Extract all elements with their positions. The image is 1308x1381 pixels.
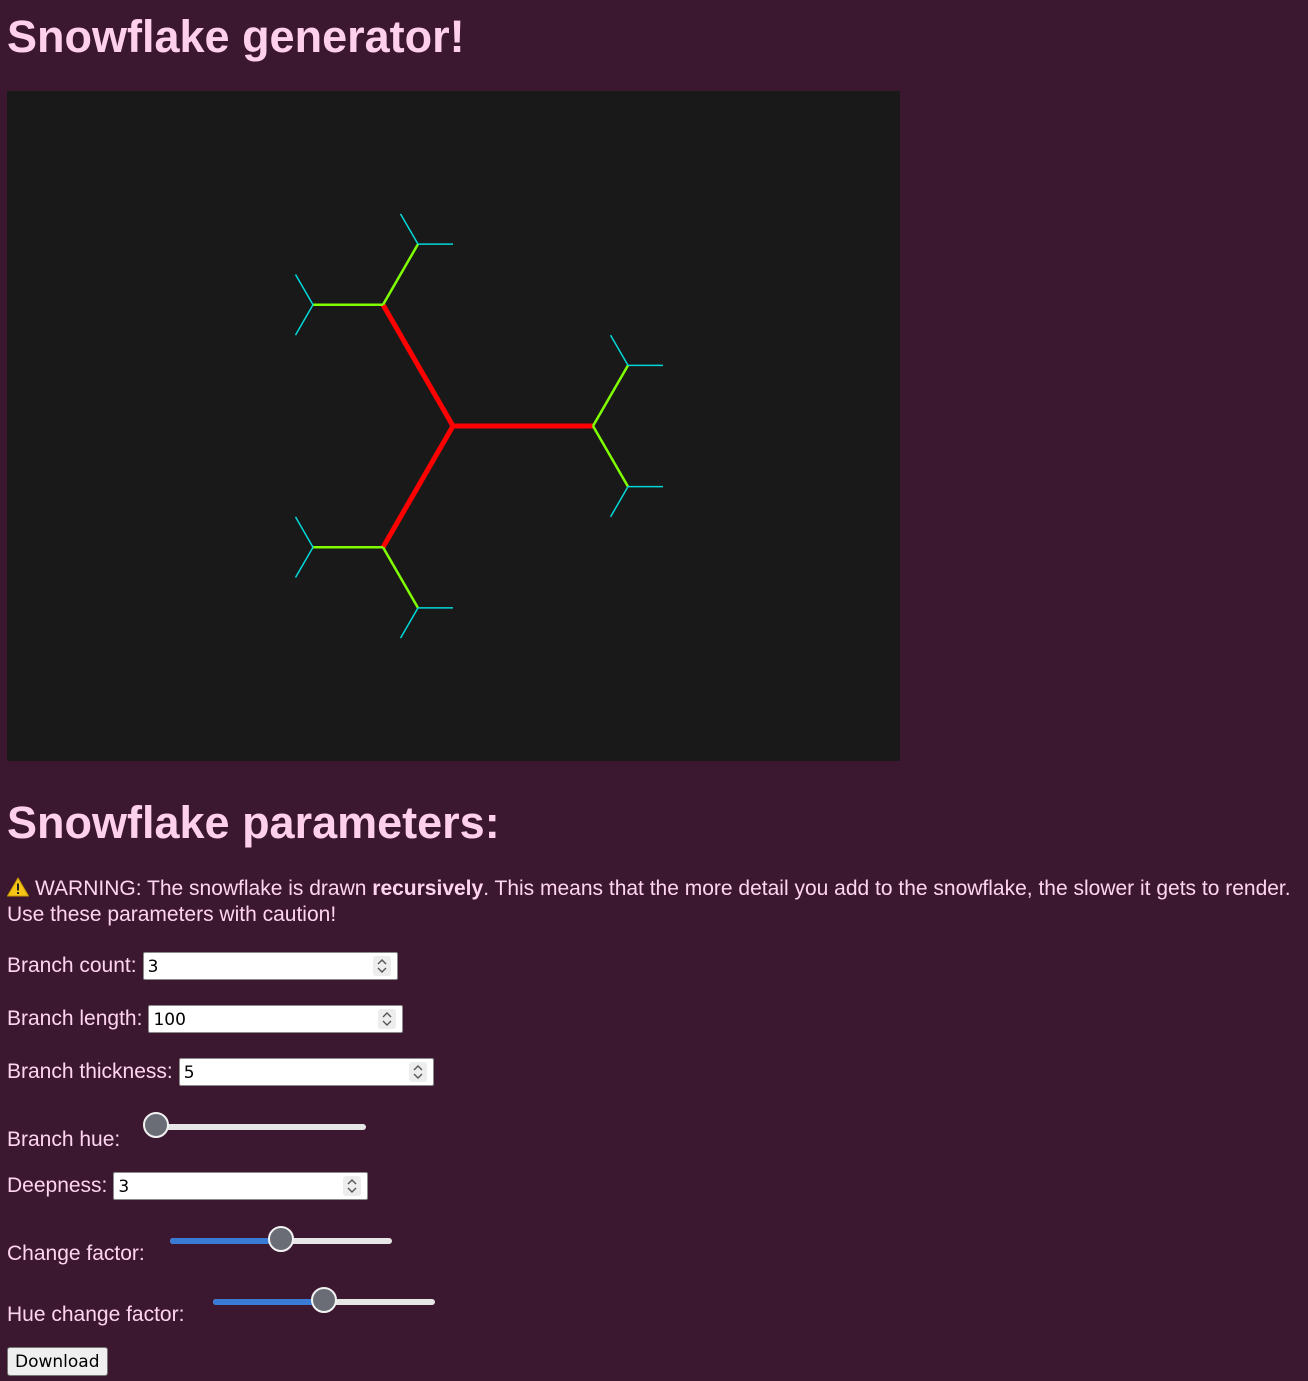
- change-factor-slider[interactable]: [169, 1226, 393, 1256]
- snowflake-branch-level-2: [591, 364, 630, 427]
- warning-message: WARNING: The snowflake is drawn recursiv…: [7, 876, 1305, 928]
- spinner-icon[interactable]: [343, 1176, 362, 1196]
- deepness-value: 3: [118, 1177, 130, 1197]
- slider-fill: [213, 1299, 325, 1305]
- slider-thumb[interactable]: [311, 1287, 337, 1313]
- change-factor-row: Change factor:: [7, 1226, 392, 1266]
- branch-thickness-row: Branch thickness: 5: [7, 1058, 434, 1086]
- hue-change-factor-label: Hue change factor:: [7, 1303, 185, 1326]
- branch-hue-slider[interactable]: [143, 1112, 367, 1142]
- branch-length-input[interactable]: 100: [148, 1005, 404, 1033]
- slider-fill: [170, 1238, 282, 1244]
- deepness-input[interactable]: 3: [113, 1172, 369, 1200]
- warning-emphasis: recursively: [372, 877, 484, 900]
- snowflake-canvas[interactable]: [7, 91, 900, 761]
- snowflake-branch-level-3: [399, 213, 419, 245]
- page-title: Snowflake generator!: [7, 11, 465, 62]
- snowflake-branch-level-3: [399, 607, 419, 639]
- snowflake-branch-level-2: [381, 546, 420, 609]
- slider-thumb[interactable]: [268, 1226, 294, 1252]
- slider-thumb[interactable]: [143, 1112, 169, 1138]
- branch-count-row: Branch count: 3: [7, 952, 398, 980]
- branch-length-label: Branch length:: [7, 1007, 143, 1030]
- branch-count-value: 3: [147, 957, 159, 977]
- deepness-label: Deepness:: [7, 1174, 108, 1197]
- snowflake-branch-level-3: [609, 486, 629, 518]
- branch-thickness-value: 5: [183, 1063, 195, 1083]
- warning-prefix: WARNING: The snowflake is drawn: [35, 877, 373, 900]
- snowflake-branch-level-3: [294, 274, 314, 306]
- branch-thickness-input[interactable]: 5: [178, 1058, 434, 1086]
- branch-thickness-label: Branch thickness:: [7, 1060, 173, 1083]
- spinner-icon[interactable]: [372, 956, 391, 976]
- branch-count-label: Branch count:: [7, 954, 137, 977]
- snowflake-branch-level-3: [294, 546, 314, 578]
- deepness-row: Deepness: 3: [7, 1172, 369, 1200]
- snowflake-drawing: [294, 213, 663, 639]
- snowflake-branch-level-1: [380, 303, 456, 428]
- change-factor-label: Change factor:: [7, 1242, 145, 1265]
- hue-change-factor-slider[interactable]: [212, 1287, 436, 1317]
- hue-change-factor-row: Hue change factor:: [7, 1287, 435, 1327]
- snowflake-branch-level-3: [294, 516, 314, 548]
- download-button[interactable]: Download: [7, 1347, 108, 1376]
- snowflake-branch-level-3: [294, 304, 314, 336]
- warning-icon: [7, 877, 29, 897]
- snowflake-branch-level-1: [380, 424, 456, 549]
- slider-track: [144, 1124, 366, 1130]
- snowflake-branch-level-3: [609, 334, 629, 366]
- snowflake-branch-level-2: [591, 425, 630, 488]
- params-title: Snowflake parameters:: [7, 797, 500, 848]
- snowflake-branch-level-2: [381, 243, 420, 306]
- branch-length-row: Branch length: 100: [7, 1005, 404, 1033]
- branch-hue-label: Branch hue:: [7, 1128, 121, 1151]
- spinner-icon[interactable]: [408, 1062, 427, 1082]
- branch-length-value: 100: [153, 1010, 186, 1030]
- branch-hue-row: Branch hue:: [7, 1112, 366, 1152]
- spinner-icon[interactable]: [378, 1009, 397, 1029]
- branch-count-input[interactable]: 3: [142, 952, 398, 980]
